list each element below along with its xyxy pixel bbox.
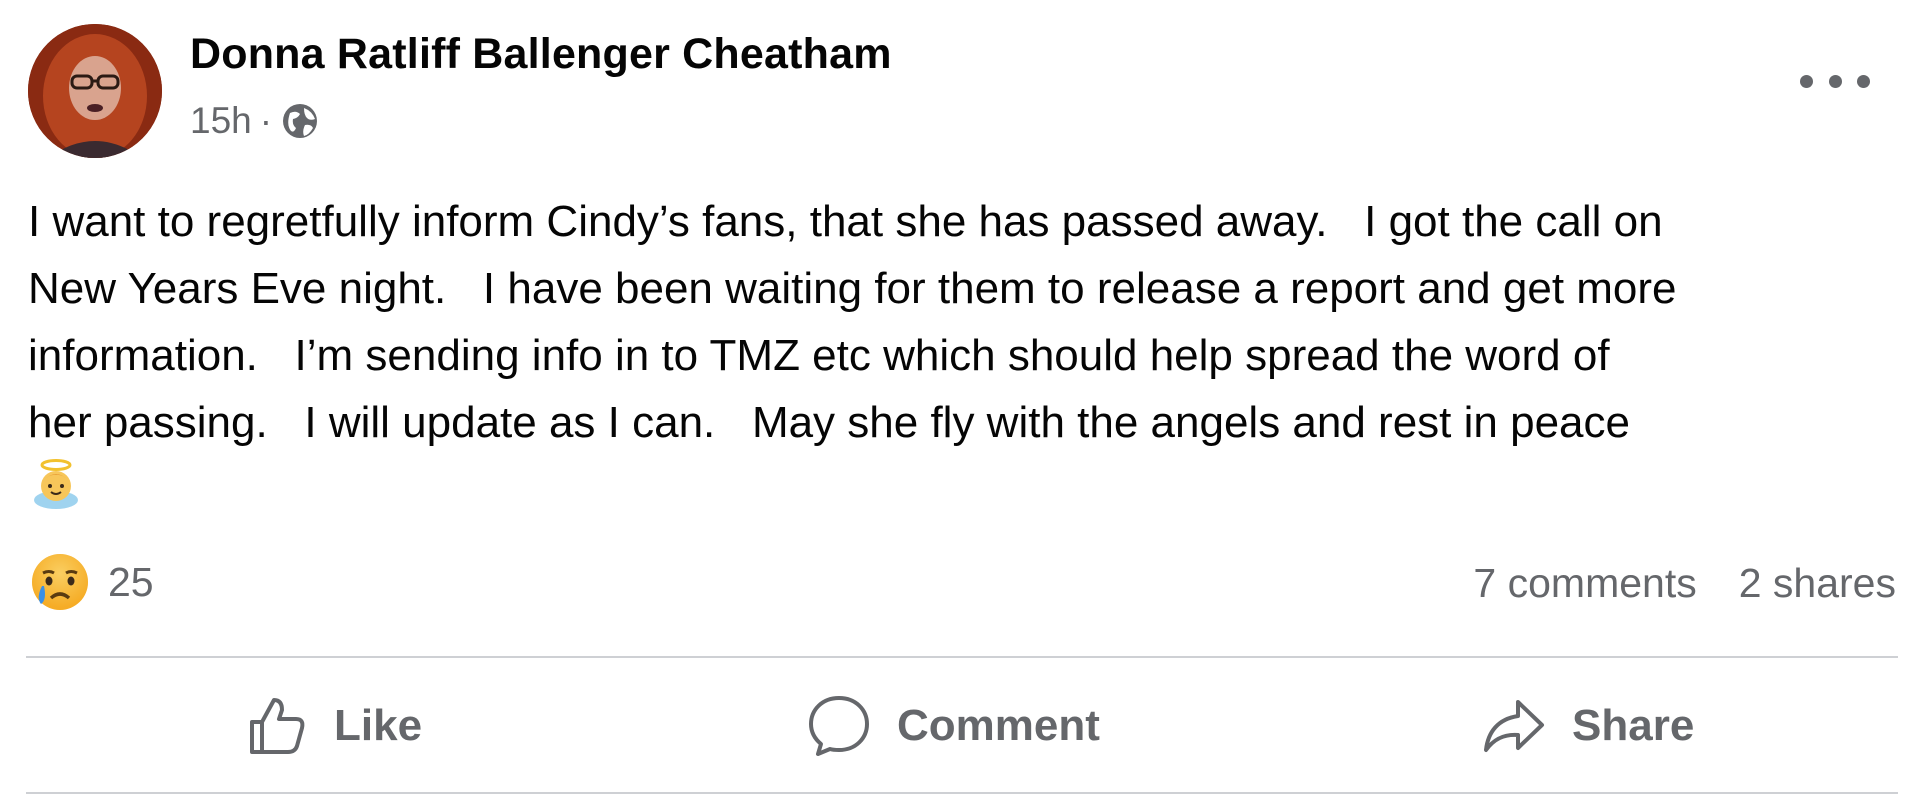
share-arrow-icon xyxy=(1484,700,1544,752)
like-label: Like xyxy=(334,701,423,750)
post-timestamp[interactable]: 15h xyxy=(190,100,252,142)
more-dot xyxy=(1857,74,1870,88)
share-button[interactable]: Share xyxy=(1480,692,1694,760)
divider xyxy=(26,792,1898,794)
action-bar: Like Comment Share xyxy=(0,672,1920,782)
author-name[interactable]: Donna Ratliff Ballenger Cheatham xyxy=(190,30,892,79)
engagement-counts: 7 comments 2 shares xyxy=(1473,560,1896,607)
reaction-count: 25 xyxy=(108,558,154,605)
avatar[interactable] xyxy=(28,24,162,158)
comment-bubble-icon xyxy=(809,696,869,756)
facebook-post: Donna Ratliff Ballenger Cheatham 15h · I… xyxy=(0,0,1920,805)
more-options-icon[interactable] xyxy=(1800,66,1870,96)
post-text-line: New Years Eve night. I have been waiting… xyxy=(28,264,1677,313)
more-dot xyxy=(1828,74,1842,88)
more-dot xyxy=(1800,74,1813,88)
post-text-line: information. I’m sending info in to TMZ … xyxy=(28,331,1610,380)
post-text-line: her passing. I will update as I can. May… xyxy=(28,398,1630,447)
like-button[interactable]: Like xyxy=(242,692,422,760)
comments-count-link[interactable]: 7 comments xyxy=(1473,560,1696,607)
angel-emoji xyxy=(34,459,78,509)
post-meta: 15h · xyxy=(190,100,320,142)
avatar-image xyxy=(28,24,162,158)
comment-button[interactable]: Comment xyxy=(805,692,1100,760)
thumbs-up-icon xyxy=(250,698,305,754)
comment-label: Comment xyxy=(897,701,1100,750)
globe-icon[interactable] xyxy=(280,101,320,141)
post-text-line: I want to regretfully inform Cindy’s fan… xyxy=(28,197,1663,246)
divider xyxy=(26,656,1898,658)
post-text: I want to regretfully inform Cindy’s fan… xyxy=(28,188,1908,456)
reaction-summary[interactable]: 25 xyxy=(30,552,154,612)
share-label: Share xyxy=(1572,701,1695,750)
meta-separator: · xyxy=(259,100,273,141)
sad-cry-emoji xyxy=(32,554,88,610)
shares-count-link[interactable]: 2 shares xyxy=(1739,560,1896,607)
